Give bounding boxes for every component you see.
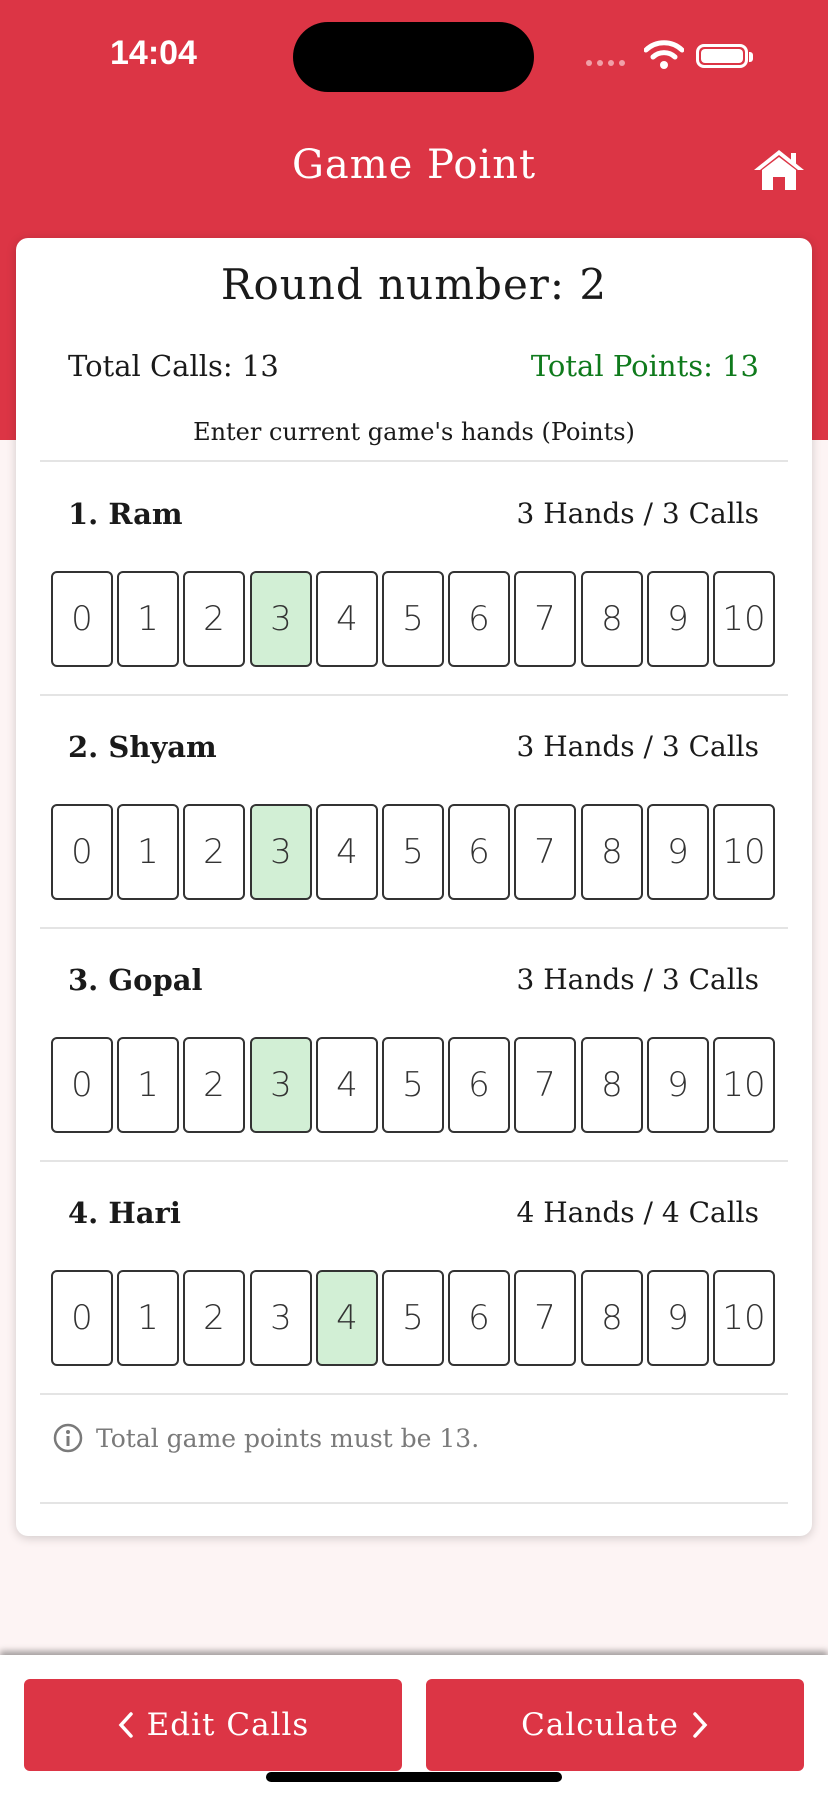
hand-option-3[interactable]: 3 (250, 804, 312, 900)
hand-option-8[interactable]: 8 (581, 1037, 643, 1133)
divider (40, 1502, 788, 1504)
home-icon[interactable] (752, 148, 806, 192)
hand-option-10[interactable]: 10 (713, 571, 775, 667)
edit-calls-label: Edit Calls (146, 1707, 310, 1743)
info-icon (53, 1423, 83, 1453)
hand-option-2[interactable]: 2 (183, 1270, 245, 1366)
hand-option-0[interactable]: 0 (51, 571, 113, 667)
hand-option-7[interactable]: 7 (514, 571, 576, 667)
hand-option-5[interactable]: 5 (382, 1270, 444, 1366)
hand-option-9[interactable]: 9 (647, 1037, 709, 1133)
battery-icon (696, 44, 753, 68)
hand-option-5[interactable]: 5 (382, 571, 444, 667)
hand-option-6[interactable]: 6 (448, 1270, 510, 1366)
player-row: 3. Gopal 3 Hands / 3 Calls 0 1 2 3 4 5 6 7 8 9 10 (16, 929, 812, 1162)
bottom-action-bar: Edit Calls Calculate (0, 1655, 828, 1795)
hand-option-2[interactable]: 2 (183, 804, 245, 900)
chevron-right-icon (693, 1712, 708, 1738)
hand-option-1[interactable]: 1 (117, 804, 179, 900)
player-row: 4. Hari 4 Hands / 4 Calls 0 1 2 3 4 5 6 7 8 9 10 (16, 1162, 812, 1395)
player-name: 1. Ram (68, 497, 183, 531)
hand-option-10[interactable]: 10 (713, 1037, 775, 1133)
hand-option-8[interactable]: 8 (581, 1270, 643, 1366)
calculate-button[interactable]: Calculate (426, 1679, 804, 1771)
player-name: 4. Hari (68, 1196, 181, 1230)
hand-option-10[interactable]: 10 (713, 804, 775, 900)
hand-option-1[interactable]: 1 (117, 1037, 179, 1133)
hand-option-5[interactable]: 5 (382, 1037, 444, 1133)
wifi-icon (644, 40, 684, 69)
hand-option-3[interactable]: 3 (250, 1037, 312, 1133)
hand-option-8[interactable]: 8 (581, 804, 643, 900)
divider (40, 460, 788, 462)
hand-option-5[interactable]: 5 (382, 804, 444, 900)
calculate-label: Calculate (521, 1707, 679, 1743)
hand-option-10[interactable]: 10 (713, 1270, 775, 1366)
hand-option-9[interactable]: 9 (647, 804, 709, 900)
hand-option-6[interactable]: 6 (448, 804, 510, 900)
hand-option-6[interactable]: 6 (448, 1037, 510, 1133)
hand-option-3[interactable]: 3 (250, 1270, 312, 1366)
hand-option-4[interactable]: 4 (316, 1270, 378, 1366)
hand-option-7[interactable]: 7 (514, 1270, 576, 1366)
hand-option-0[interactable]: 0 (51, 804, 113, 900)
hand-option-0[interactable]: 0 (51, 1037, 113, 1133)
player-name: 3. Gopal (68, 963, 203, 997)
round-title: Round number: 2 (220, 260, 608, 309)
hand-option-9[interactable]: 9 (647, 571, 709, 667)
instruction-text: Enter current game's hands (Points) (193, 418, 635, 446)
hand-option-9[interactable]: 9 (647, 1270, 709, 1366)
hand-option-4[interactable]: 4 (316, 571, 378, 667)
player-hands-calls: 3 Hands / 3 Calls (516, 497, 760, 530)
home-indicator (266, 1772, 562, 1782)
player-row: 1. Ram 3 Hands / 3 Calls 0 1 2 3 4 5 6 7 8 9 10 (16, 463, 812, 696)
total-calls: Total Calls: 13 (68, 349, 279, 383)
player-hands-calls: 3 Hands / 3 Calls (516, 730, 760, 763)
hand-option-2[interactable]: 2 (183, 571, 245, 667)
edit-calls-button[interactable]: Edit Calls (24, 1679, 402, 1771)
player-hands-calls: 3 Hands / 3 Calls (516, 963, 760, 996)
player-row: 2. Shyam 3 Hands / 3 Calls 0 1 2 3 4 5 6 7 8 9 10 (16, 696, 812, 929)
info-message: Total game points must be 13. (96, 1424, 480, 1453)
app-title: Game Point (291, 142, 537, 188)
hand-option-1[interactable]: 1 (117, 1270, 179, 1366)
hand-option-4[interactable]: 4 (316, 804, 378, 900)
hand-option-6[interactable]: 6 (448, 571, 510, 667)
round-card: Round number: 2 Total Calls: 13 Total Po… (16, 238, 812, 1536)
dynamic-island (293, 22, 534, 92)
total-points: Total Points: 13 (530, 349, 759, 383)
player-hands-calls: 4 Hands / 4 Calls (516, 1196, 760, 1229)
player-name: 2. Shyam (68, 730, 217, 764)
hand-option-8[interactable]: 8 (581, 571, 643, 667)
hand-option-7[interactable]: 7 (514, 1037, 576, 1133)
hand-option-7[interactable]: 7 (514, 804, 576, 900)
hand-option-3[interactable]: 3 (250, 571, 312, 667)
divider (40, 1393, 788, 1395)
hand-option-1[interactable]: 1 (117, 571, 179, 667)
status-time: 14:04 (110, 34, 197, 72)
hand-option-2[interactable]: 2 (183, 1037, 245, 1133)
hand-option-4[interactable]: 4 (316, 1037, 378, 1133)
cellular-signal-icon (586, 60, 625, 66)
hand-option-0[interactable]: 0 (51, 1270, 113, 1366)
chevron-left-icon (118, 1712, 133, 1738)
